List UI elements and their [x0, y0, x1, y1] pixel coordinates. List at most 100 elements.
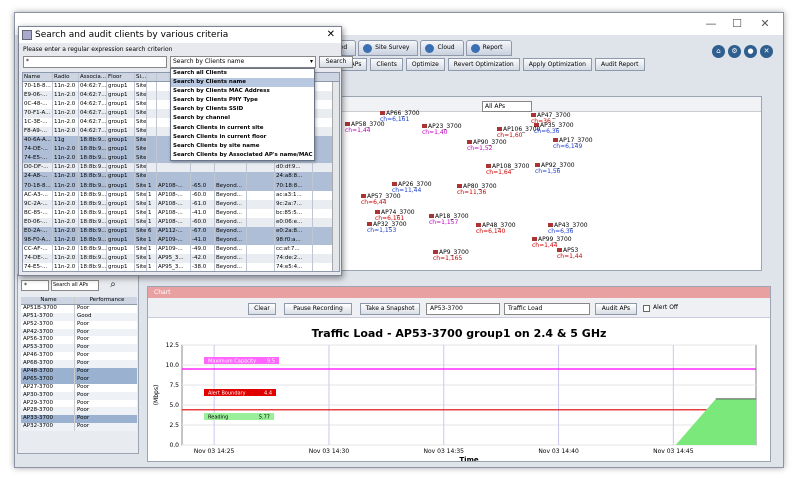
settings-icon[interactable]: ⚙	[728, 45, 741, 58]
table-row[interactable]: AP29-3700 Poor	[21, 399, 137, 408]
search-criterion-select[interactable]: Search by Clients name ▾	[170, 56, 316, 68]
table-row[interactable]: AP28-3700 Poor	[21, 407, 137, 416]
audit-aps-chart-button[interactable]: Audit APs	[595, 303, 637, 315]
column-header[interactable]: Si...	[135, 73, 147, 81]
column-header[interactable]: Radio	[53, 73, 79, 81]
dropdown-option[interactable]: Search all Clients	[171, 69, 314, 78]
audit-report-button[interactable]: Audit Report	[594, 58, 645, 71]
table-row[interactable]: 98-F0-A...11n-2.018:8b:9...group1Site 11…	[23, 235, 339, 245]
ap-select[interactable]: AP53-3700	[426, 303, 500, 315]
dropdown-option[interactable]: Search Clients by Associated AP's name/M…	[171, 151, 314, 160]
table-row[interactable]: CC-AF-...11n-2.018:8b:9...group1Site 11A…	[23, 244, 339, 254]
table-row[interactable]: AP46-3700 Poor	[21, 352, 137, 361]
table-cell: Beyond...	[215, 199, 247, 209]
metric-select[interactable]: Traffic Load	[504, 303, 590, 315]
access-point[interactable]: AP80_3700 ch=11,36	[457, 184, 497, 196]
dropdown-option[interactable]: Search by Clients SSID	[171, 105, 314, 114]
table-row[interactable]: AP52-3700 Poor	[21, 320, 137, 329]
column-header[interactable]: Associa...	[79, 73, 107, 81]
tab-report[interactable]: Report	[465, 40, 512, 56]
table-row[interactable]: AP51B-3700 Poor	[21, 304, 137, 313]
access-point[interactable]: AP23_3700 ch=1,40	[422, 124, 462, 136]
access-point[interactable]: AP90_3700 ch=1,52	[467, 140, 507, 152]
table-row[interactable]: AP65-3700 Poor	[21, 375, 137, 384]
search-icon[interactable]: ⌕	[106, 278, 120, 292]
column-header[interactable]: Name	[23, 73, 53, 81]
close-button[interactable]: ✕	[753, 16, 777, 32]
table-cell: 1	[147, 208, 157, 218]
dropdown-option[interactable]: Search by Clients MAC Address	[171, 87, 314, 96]
map-ap-filter[interactable]: All APs	[482, 101, 532, 112]
access-point[interactable]: AP66_3700 ch=6,161	[380, 111, 420, 123]
access-point[interactable]: AP48_3700 ch=6,140	[476, 223, 516, 235]
dropdown-option[interactable]: Search by Clients PHY Type	[171, 96, 314, 105]
table-row[interactable]: 24-A8-...11n-2.018:8b:9...group1Site 1 24…	[23, 172, 339, 182]
access-point[interactable]: AP58_3700 ch=1,44	[345, 122, 385, 134]
table-row[interactable]: AP33-3700 Poor	[21, 415, 137, 424]
alert-off-checkbox[interactable]	[643, 305, 650, 312]
tab-cloud[interactable]: Cloud	[420, 40, 464, 56]
table-row[interactable]: AP30-3700 Poor	[21, 391, 137, 400]
access-point[interactable]: AP92_3700 ch=1,56	[535, 163, 575, 175]
dropdown-option[interactable]: Search Clients in current floor	[171, 133, 314, 142]
table-cell: AP112-...	[157, 226, 191, 236]
ap-search-input[interactable]: *	[21, 280, 49, 291]
table-row[interactable]: AP51-3700 Good	[21, 312, 137, 321]
dropdown-option[interactable]: Search by Clients name	[171, 78, 314, 88]
optimize-button[interactable]: Optimize	[405, 58, 445, 71]
apply-optimization-button[interactable]: Apply Optimization	[522, 58, 592, 71]
table-cell	[147, 154, 157, 164]
pause-recording-button[interactable]: Pause Recording	[284, 303, 352, 315]
table-row[interactable]: 9C-2A-...11n-2.018:8b:9...group1Site 11A…	[23, 199, 339, 209]
table-row[interactable]: AP53-3700 Poor	[21, 344, 137, 353]
column-header[interactable]	[147, 73, 157, 81]
access-point[interactable]: AP53 ch=1,44	[557, 248, 583, 260]
take-snapshot-button[interactable]: Take a Snapshot	[360, 303, 420, 315]
exit-icon[interactable]: ✕	[760, 45, 773, 58]
tab-site-survey[interactable]: Site Survey	[358, 40, 419, 56]
table-row[interactable]: 70-18-8...11n-2.018:8b:9...group1Site 11…	[23, 181, 339, 191]
column-header[interactable]: Floor	[107, 73, 135, 81]
column-name[interactable]: Name	[21, 297, 75, 304]
ap-search-filter[interactable]: Search all APs	[51, 280, 99, 291]
regex-input[interactable]: *	[23, 56, 167, 68]
access-point[interactable]: AP106_3700 ch=1,60	[497, 127, 540, 139]
table-cell: Beyond...	[215, 226, 247, 236]
clients-table-scrollbar[interactable]	[332, 82, 339, 271]
access-point[interactable]: AP9_3700 ch=1,165	[433, 250, 469, 262]
access-point[interactable]: AP43_3700 ch=6,36	[548, 223, 588, 235]
access-point[interactable]: AP32_3700 ch=1,153	[367, 222, 407, 234]
table-row[interactable]: AP42-3700 Poor	[21, 328, 137, 337]
table-cell	[191, 172, 215, 182]
table-row[interactable]: AP27-3700 Poor	[21, 383, 137, 392]
dropdown-option[interactable]: Search Clients in current site	[171, 124, 314, 133]
table-row[interactable]: AP32-3700 Poor	[21, 423, 137, 432]
record-icon[interactable]: ●	[744, 45, 757, 58]
revert-optimization-button[interactable]: Revert Optimization	[447, 58, 520, 71]
dialog-close-icon[interactable]: ✕	[327, 27, 335, 43]
table-row[interactable]: AC-A3-...11n-2.018:8b:9...group1Site 11A…	[23, 190, 339, 200]
table-row[interactable]: E0-06-...11n-2.018:8b:9...group1Site 11A…	[23, 217, 339, 227]
column-performance[interactable]: Performance	[75, 297, 137, 304]
table-row[interactable]: BC-85-...11n-2.018:8b:9...group1Site 11A…	[23, 208, 339, 218]
clients-button[interactable]: Clients	[370, 58, 403, 71]
table-row[interactable]: 74-E5-...11n-2.018:8b:9...group1Site 11A…	[23, 262, 339, 271]
access-point[interactable]: AP18_3700 ch=1,157	[429, 214, 469, 226]
access-point[interactable]: AP108_3700 ch=1,64	[486, 164, 529, 176]
access-point[interactable]: AP57_3700 ch=6,44	[361, 194, 401, 206]
dropdown-option[interactable]: Search by channel	[171, 114, 314, 123]
home-icon[interactable]: ⌂	[712, 45, 725, 58]
table-row[interactable]: AP68-3700 Poor	[21, 360, 137, 369]
minimize-button[interactable]: —	[699, 16, 723, 32]
table-row[interactable]: 74-DE-...11n-2.018:8b:9...group1Site 11A…	[23, 253, 339, 263]
access-point[interactable]: AP17_3700 ch=6,149	[553, 138, 593, 150]
table-row[interactable]: D0-DF-...11n-2.018:8b:9...group1Site 1 d0…	[23, 163, 339, 173]
clear-button[interactable]: Clear	[248, 303, 276, 315]
table-row[interactable]: AP48-3700 Poor	[21, 368, 137, 376]
table-row[interactable]: AP56-3700 Poor	[21, 336, 137, 345]
maximize-button[interactable]: ☐	[725, 16, 749, 32]
dialog-search-button[interactable]: Search	[319, 56, 353, 68]
table-cell: 11n-2.0	[53, 82, 79, 92]
dropdown-option[interactable]: Search Clients by site name	[171, 142, 314, 151]
table-row[interactable]: E0-2A-...11n-2.018:8b:9...group1Site 16A…	[23, 226, 339, 236]
